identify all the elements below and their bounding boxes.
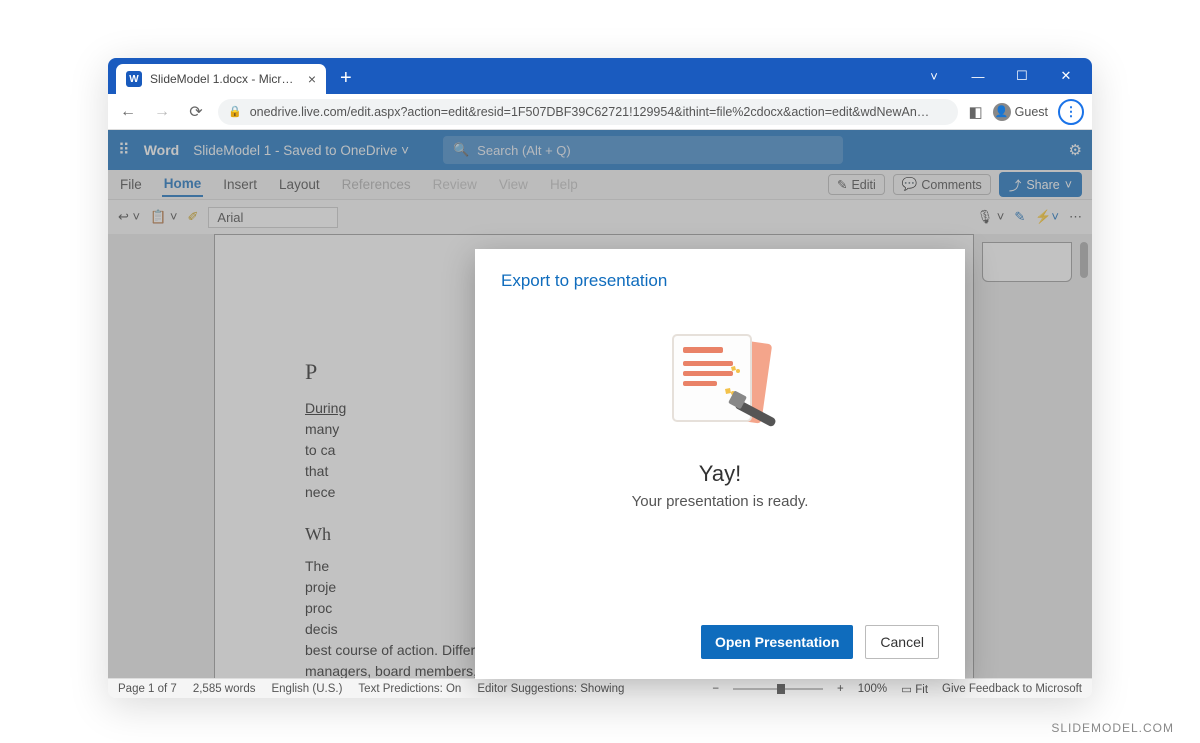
browser-toolbar: ← → ⟳ 🔒 onedrive.live.com/edit.aspx?acti…: [108, 94, 1092, 130]
dialog-heading: Yay!: [501, 461, 939, 487]
back-button[interactable]: ←: [116, 103, 140, 121]
maximize-button[interactable]: ☐: [1002, 62, 1042, 90]
cancel-button[interactable]: Cancel: [865, 625, 939, 659]
browser-tab[interactable]: W SlideModel 1.docx - Microsoft W ×: [116, 64, 326, 94]
language-indicator[interactable]: English (U.S.): [271, 683, 342, 695]
feedback-link[interactable]: Give Feedback to Microsoft: [942, 683, 1082, 695]
profile-label: Guest: [1015, 105, 1048, 119]
tab-title: SlideModel 1.docx - Microsoft W: [150, 72, 300, 86]
zoom-out-button[interactable]: −: [712, 683, 719, 695]
word-icon: W: [126, 71, 142, 87]
install-app-icon[interactable]: ◧: [968, 103, 982, 121]
profile-button[interactable]: 👤 Guest: [993, 103, 1048, 121]
forward-button[interactable]: →: [150, 103, 174, 121]
lock-icon: 🔒: [228, 105, 242, 118]
new-tab-button[interactable]: +: [340, 67, 352, 90]
avatar-icon: 👤: [993, 103, 1011, 121]
chevron-down-icon[interactable]: ˅: [914, 62, 954, 90]
word-count[interactable]: 2,585 words: [193, 683, 256, 695]
text-predictions-status[interactable]: Text Predictions: On: [358, 683, 461, 695]
close-window-button[interactable]: ✕: [1046, 62, 1086, 90]
browser-window: W SlideModel 1.docx - Microsoft W × + ˅ …: [108, 58, 1092, 698]
reload-button[interactable]: ⟳: [184, 102, 208, 122]
open-presentation-button[interactable]: Open Presentation: [701, 625, 853, 659]
url-text: onedrive.live.com/edit.aspx?action=edit&…: [250, 105, 930, 119]
dialog-subtext: Your presentation is ready.: [501, 493, 939, 510]
export-presentation-dialog: Export to presentation Yay! Your present…: [475, 249, 965, 679]
zoom-level[interactable]: 100%: [858, 683, 887, 695]
zoom-slider[interactable]: [733, 688, 823, 690]
fit-button[interactable]: ▭ Fit: [901, 682, 928, 696]
watermark: SLIDEMODEL.COM: [1051, 721, 1174, 735]
browser-titlebar: W SlideModel 1.docx - Microsoft W × + ˅ …: [108, 58, 1092, 94]
address-bar[interactable]: 🔒 onedrive.live.com/edit.aspx?action=edi…: [218, 99, 958, 125]
editor-suggestions-status[interactable]: Editor Suggestions: Showing: [477, 683, 624, 695]
page-indicator[interactable]: Page 1 of 7: [118, 683, 177, 695]
status-bar: Page 1 of 7 2,585 words English (U.S.) T…: [108, 678, 1092, 698]
dialog-title: Export to presentation: [501, 271, 939, 291]
zoom-in-button[interactable]: +: [837, 683, 844, 695]
minimize-button[interactable]: ―: [958, 62, 998, 90]
browser-menu-button[interactable]: ⋮: [1058, 99, 1084, 125]
close-tab-icon[interactable]: ×: [308, 71, 316, 87]
presentation-ready-illustration: [501, 321, 939, 441]
